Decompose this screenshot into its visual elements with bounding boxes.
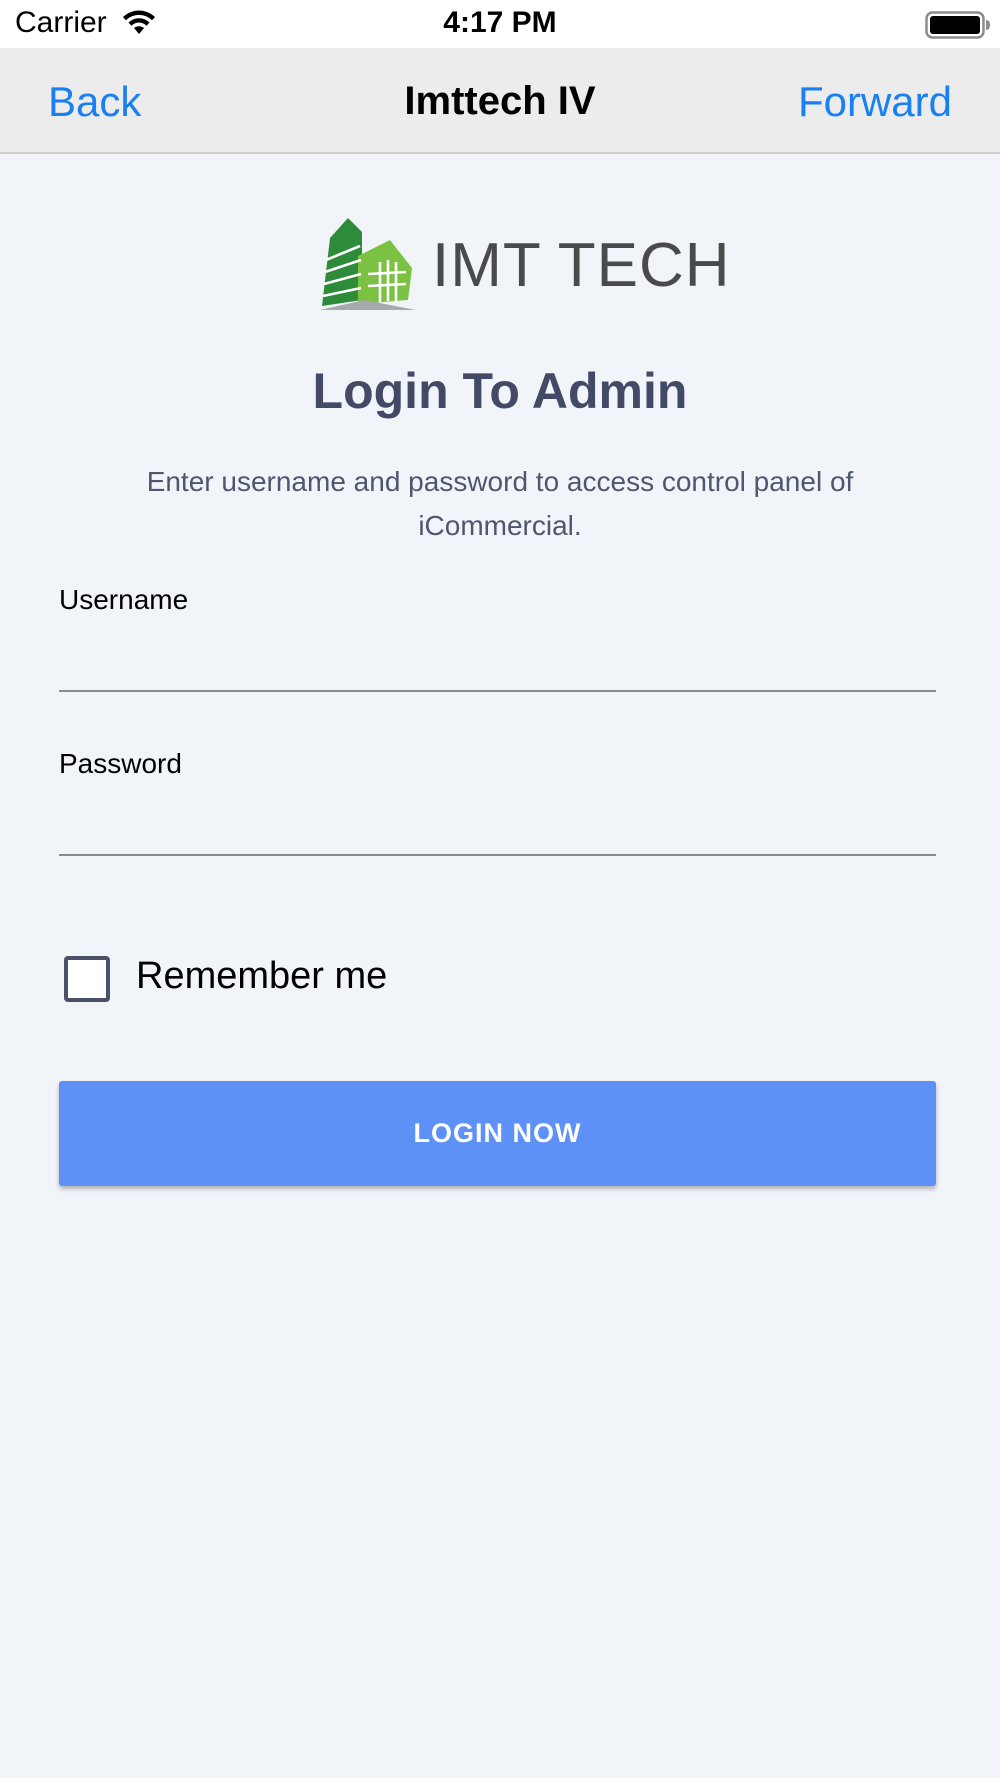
username-input[interactable] [59,644,936,692]
forward-button[interactable]: Forward [798,78,952,126]
password-label: Password [59,748,182,779]
password-input[interactable] [59,808,936,856]
building-logo-icon [320,218,416,310]
login-button[interactable]: LOGIN NOW [59,1081,936,1186]
navigation-bar: Back Imttech IV Forward [0,48,1000,154]
username-label: Username [59,584,189,615]
status-bar: Carrier 4:17 PM [0,0,1000,48]
status-time: 4:17 PM [443,6,557,39]
login-description: Enter username and password to access co… [146,466,854,541]
logo-text: IMT TECH [432,231,731,300]
battery-icon [925,11,990,39]
remember-me-label[interactable]: Remember me [136,955,387,998]
login-heading: Login To Admin [312,363,688,419]
imt-tech-logo: IMT TECH [318,216,730,312]
remember-me-row[interactable]: Remember me [64,952,564,1002]
remember-me-checkbox[interactable] [64,956,110,1002]
